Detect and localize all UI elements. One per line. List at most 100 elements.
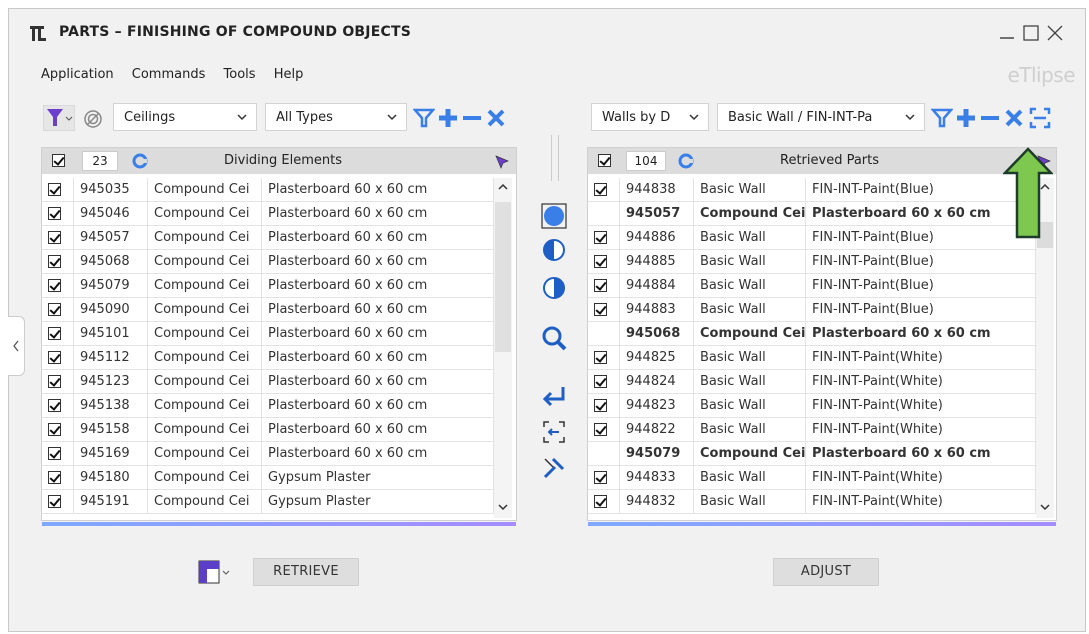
collapse-panel-tab[interactable] xyxy=(8,316,25,376)
row-checkbox[interactable] xyxy=(48,279,61,292)
row-checkbox-cell[interactable] xyxy=(588,490,620,514)
table-row[interactable]: 945101 Compound Cei Plasterboard 60 x 60 c… xyxy=(42,322,494,346)
row-checkbox[interactable] xyxy=(48,375,61,388)
circle-full-icon[interactable] xyxy=(541,203,567,229)
row-checkbox-cell[interactable] xyxy=(588,442,620,466)
table-row[interactable]: 944885 Basic Wall FIN-INT-Paint(Blue) xyxy=(588,250,1036,274)
table-row[interactable]: 945123 Compound Cei Plasterboard 60 x 60 c… xyxy=(42,370,494,394)
row-checkbox[interactable] xyxy=(594,423,607,436)
pick-tool-icon[interactable] xyxy=(541,455,567,481)
row-checkbox[interactable] xyxy=(594,375,607,388)
table-row[interactable]: 944833 Basic Wall FIN-INT-Paint(White) xyxy=(588,466,1036,490)
group-header-row[interactable]: 945068 Compound Cei Plasterboard 60 x 60 c… xyxy=(588,322,1036,346)
row-checkbox[interactable] xyxy=(594,303,607,316)
row-checkbox-cell[interactable] xyxy=(588,466,620,490)
table-row[interactable]: 945158 Compound Cei Plasterboard 60 x 60 c… xyxy=(42,418,494,442)
refresh-icon[interactable] xyxy=(678,153,694,169)
row-checkbox[interactable] xyxy=(48,471,61,484)
row-checkbox-cell[interactable] xyxy=(588,418,620,442)
row-checkbox-cell[interactable] xyxy=(42,418,74,442)
row-checkbox[interactable] xyxy=(594,183,607,196)
select-cursor-icon[interactable] xyxy=(494,154,510,170)
row-checkbox[interactable] xyxy=(48,207,61,220)
row-checkbox[interactable] xyxy=(48,423,61,436)
row-checkbox-cell[interactable] xyxy=(42,274,74,298)
row-checkbox-cell[interactable] xyxy=(42,394,74,418)
table-row[interactable]: 945057 Compound Cei Plasterboard 60 x 60 c… xyxy=(42,226,494,250)
row-checkbox[interactable] xyxy=(48,495,61,508)
table-row[interactable]: 945046 Compound Cei Plasterboard 60 x 60 c… xyxy=(42,202,494,226)
refresh-icon[interactable] xyxy=(132,153,148,169)
row-checkbox-cell[interactable] xyxy=(42,346,74,370)
row-checkbox[interactable] xyxy=(48,447,61,460)
remove-icon[interactable] xyxy=(979,107,1001,129)
scroll-up-icon[interactable] xyxy=(497,182,509,192)
table-row[interactable]: 944823 Basic Wall FIN-INT-Paint(White) xyxy=(588,394,1036,418)
row-checkbox[interactable] xyxy=(594,495,607,508)
row-checkbox-cell[interactable] xyxy=(42,250,74,274)
expand-frame-icon[interactable] xyxy=(1029,107,1051,129)
table-row[interactable]: 945035 Compound Cei Plasterboard 60 x 60 c… xyxy=(42,178,494,202)
table-row[interactable]: 945138 Compound Cei Plasterboard 60 x 60 c… xyxy=(42,394,494,418)
category-select-right[interactable]: Walls by D xyxy=(591,103,709,131)
row-checkbox-cell[interactable] xyxy=(588,202,620,226)
scroll-down-icon[interactable] xyxy=(1039,502,1051,512)
row-checkbox[interactable] xyxy=(48,303,61,316)
row-checkbox[interactable] xyxy=(594,399,607,412)
group-header-row[interactable]: 945079 Compound Cei Plasterboard 60 x 60 c… xyxy=(588,442,1036,466)
row-checkbox-cell[interactable] xyxy=(42,466,74,490)
category-select-left[interactable]: Ceilings xyxy=(113,103,257,131)
type-select-right[interactable]: Basic Wall / FIN-INT-Pa xyxy=(717,103,925,131)
table-row[interactable]: 944832 Basic Wall FIN-INT-Paint(White) xyxy=(588,490,1036,514)
row-checkbox-cell[interactable] xyxy=(42,442,74,466)
adjust-button[interactable]: ADJUST xyxy=(773,558,879,586)
table-row[interactable]: 944883 Basic Wall FIN-INT-Paint(Blue) xyxy=(588,298,1036,322)
row-checkbox[interactable] xyxy=(48,351,61,364)
row-checkbox-cell[interactable] xyxy=(588,250,620,274)
menu-tools[interactable]: Tools xyxy=(224,67,256,82)
row-checkbox-cell[interactable] xyxy=(42,226,74,250)
table-row[interactable]: 945090 Compound Cei Plasterboard 60 x 60 c… xyxy=(42,298,494,322)
row-checkbox-cell[interactable] xyxy=(42,298,74,322)
clear-icon[interactable] xyxy=(1003,107,1025,129)
circle-half-right-icon[interactable] xyxy=(541,275,567,301)
row-checkbox[interactable] xyxy=(48,399,61,412)
row-checkbox-cell[interactable] xyxy=(588,226,620,250)
table-row[interactable]: 945180 Compound Cei Gypsum Plaster xyxy=(42,466,494,490)
table-row[interactable]: 945191 Compound Cei Gypsum Plaster xyxy=(42,490,494,514)
table-row[interactable]: 945068 Compound Cei Plasterboard 60 x 60 c… xyxy=(42,250,494,274)
scroll-thumb[interactable] xyxy=(495,202,511,352)
filter-icon[interactable] xyxy=(413,107,435,129)
row-checkbox[interactable] xyxy=(48,231,61,244)
circle-half-left-icon[interactable] xyxy=(541,237,567,263)
table-row[interactable]: 944886 Basic Wall FIN-INT-Paint(Blue) xyxy=(588,226,1036,250)
row-checkbox-cell[interactable] xyxy=(42,322,74,346)
row-checkbox-cell[interactable] xyxy=(588,274,620,298)
retrieve-button[interactable]: RETRIEVE xyxy=(253,558,359,586)
menu-application[interactable]: Application xyxy=(41,67,114,82)
splitter-handle[interactable] xyxy=(551,135,559,181)
maximize-icon[interactable] xyxy=(1021,23,1041,43)
select-all-checkbox[interactable] xyxy=(52,154,65,167)
group-header-row[interactable]: 945057 Compound Cei Plasterboard 60 x 60 c… xyxy=(588,202,1036,226)
row-checkbox-cell[interactable] xyxy=(588,346,620,370)
type-select-left[interactable]: All Types xyxy=(265,103,407,131)
scroll-down-icon[interactable] xyxy=(497,502,509,512)
zoom-icon[interactable] xyxy=(541,325,567,351)
row-checkbox[interactable] xyxy=(48,183,61,196)
menu-help[interactable]: Help xyxy=(274,67,304,82)
scrollbar[interactable] xyxy=(494,178,512,518)
filter-icon[interactable] xyxy=(931,107,953,129)
table-row[interactable]: 944822 Basic Wall FIN-INT-Paint(White) xyxy=(588,418,1036,442)
table-row[interactable]: 944838 Basic Wall FIN-INT-Paint(Blue) xyxy=(588,178,1036,202)
row-checkbox[interactable] xyxy=(594,255,607,268)
table-row[interactable]: 945112 Compound Cei Plasterboard 60 x 60 c… xyxy=(42,346,494,370)
add-icon[interactable] xyxy=(437,107,459,129)
table-row[interactable]: 944884 Basic Wall FIN-INT-Paint(Blue) xyxy=(588,274,1036,298)
row-checkbox-cell[interactable] xyxy=(42,178,74,202)
row-checkbox[interactable] xyxy=(594,471,607,484)
row-checkbox[interactable] xyxy=(594,351,607,364)
fit-selection-icon[interactable] xyxy=(541,419,567,445)
paint-brush-dropdown-icon[interactable] xyxy=(197,559,233,585)
row-checkbox-cell[interactable] xyxy=(588,370,620,394)
